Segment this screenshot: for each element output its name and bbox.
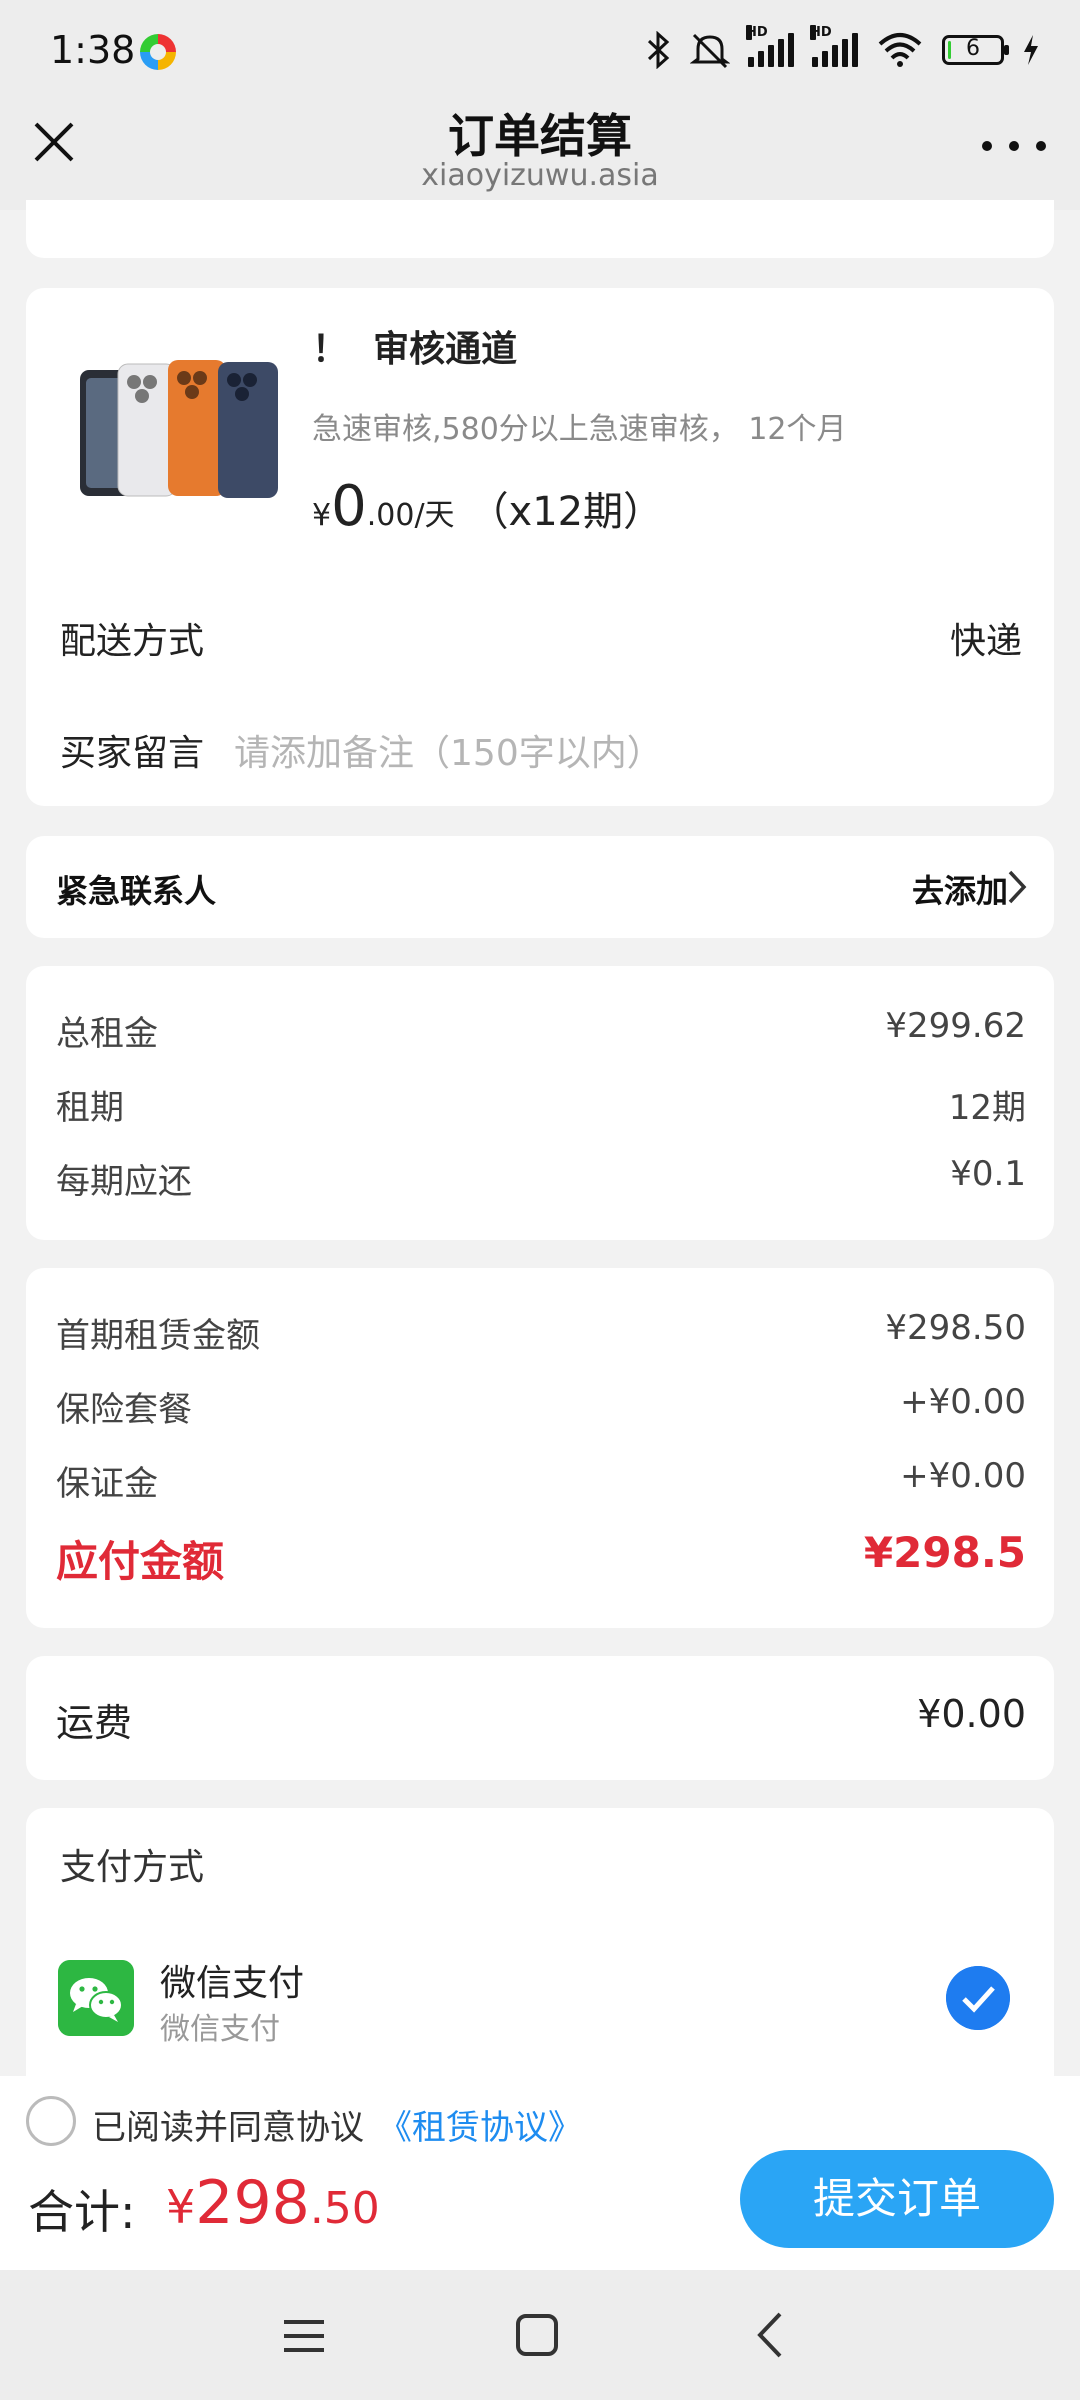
menu-icon[interactable]	[282, 2316, 326, 2356]
amount-due-row: 应付金额 ¥298.5	[56, 1528, 1026, 1589]
charging-icon	[1024, 35, 1038, 65]
payment-card: 支付方式 微信支付 微信支付	[26, 1808, 1054, 2108]
rent-term-label: 租期	[56, 1088, 124, 1128]
rent-term-value: 12期	[948, 1088, 1026, 1128]
price-period: （x12期）	[468, 489, 664, 535]
wifi-icon	[878, 33, 922, 67]
deposit-label: 保证金	[56, 1464, 158, 1504]
remark-label: 买家留言	[60, 733, 205, 774]
deposit-row: 保证金 +¥0.00	[56, 1456, 1026, 1505]
delivery-row[interactable]: 配送方式 快递	[60, 612, 1022, 664]
insurance-row: 保险套餐 +¥0.00	[56, 1382, 1026, 1431]
product-card: ！ 审核通道 急速审核,580分以上急速审核， 12个月 ¥ 0 .00 /天 …	[26, 288, 1054, 806]
submit-order-button[interactable]: 提交订单	[740, 2150, 1054, 2248]
emergency-contact-label: 紧急联系人	[56, 872, 217, 910]
mute-icon	[690, 33, 730, 69]
shipping-card: 运费 ¥0.00	[26, 1656, 1054, 1780]
total-rent-value: ¥299.62	[885, 1006, 1026, 1046]
title-bar: 订单结算 xiaoyizuwu.asia	[0, 100, 1080, 210]
battery-icon: 6	[942, 35, 1009, 65]
checkout-bar: 已阅读并同意协议 《租赁协议》 合计: ¥ 298 .50 提交订单	[0, 2076, 1080, 2270]
delivery-value: 快递	[949, 621, 1022, 662]
total-currency: ¥	[166, 2180, 196, 2234]
add-contact-button[interactable]: 去添加	[912, 866, 1008, 912]
shipping-row: 运费 ¥0.00	[56, 1692, 1026, 1747]
first-payment-label: 首期租赁金额	[56, 1316, 260, 1356]
chevron-right-icon	[1008, 870, 1027, 904]
remark-input[interactable]: 请添加备注（150字以内）	[234, 724, 663, 776]
amount-due-label: 应付金额	[56, 1537, 225, 1586]
more-dot-icon	[1009, 141, 1019, 151]
product-phone-image	[80, 360, 278, 498]
total-rent-label: 总租金	[56, 1014, 158, 1054]
emergency-contact-row[interactable]: 紧急联系人 去添加	[26, 836, 1054, 938]
product-name: ！ 审核通道	[312, 329, 518, 370]
agreement-text: 已阅读并同意协议	[92, 2108, 364, 2148]
remark-row: 买家留言 请添加备注（150字以内）	[60, 724, 1022, 776]
price-unit: /天	[414, 498, 455, 533]
agreement-checkbox[interactable]	[26, 2096, 76, 2146]
price-integer: 0	[331, 474, 367, 539]
first-payment-value: ¥298.50	[885, 1308, 1026, 1348]
insurance-label: 保险套餐	[56, 1390, 192, 1430]
status-icons: HD HD 6	[646, 25, 1040, 74]
total-integer: 298	[195, 2168, 310, 2238]
shipping-label: 运费	[56, 1701, 133, 1745]
total-rent-row: 总租金 ¥299.62	[56, 1006, 1026, 1055]
agreement-link[interactable]: 《租赁协议》	[378, 2100, 582, 2149]
payment-method-name: 微信支付	[160, 1963, 305, 2004]
total-label: 合计:	[28, 2185, 136, 2239]
price-currency: ¥	[312, 498, 332, 533]
home-icon[interactable]	[514, 2312, 560, 2358]
page-title: 订单结算	[448, 109, 632, 163]
price-decimal: .00	[366, 498, 415, 533]
product-price: ¥ 0 .00 /天 （x12期）	[312, 474, 663, 539]
wechat-pay-icon	[58, 1960, 134, 2036]
rent-term-row: 租期 12期	[56, 1080, 1026, 1129]
payment-title: 支付方式	[60, 1847, 205, 1888]
insurance-value: +¥0.00	[900, 1382, 1026, 1422]
signal-hd-1-icon: HD	[746, 25, 794, 67]
product-description: 急速审核,580分以上急速审核， 12个月	[312, 412, 847, 447]
per-period-label: 每期应还	[56, 1162, 192, 1202]
top-bar: 1:38 HD HD 6 订单结算 xiaoyizuwu.asia	[0, 0, 1080, 210]
payment-method-sub: 微信支付	[160, 2012, 280, 2047]
shipping-value: ¥0.00	[917, 1692, 1026, 1736]
rent-summary-card: 总租金 ¥299.62 租期 12期 每期应还 ¥0.1	[26, 966, 1054, 1240]
system-nav-bar	[0, 2270, 1080, 2400]
more-dot-icon	[1036, 141, 1046, 151]
more-menu-button[interactable]	[982, 126, 1046, 166]
address-card-stub	[26, 200, 1054, 258]
status-time: 1:38	[50, 28, 136, 72]
total-decimal: .50	[309, 2183, 380, 2234]
status-bar: 1:38 HD HD 6	[0, 0, 1080, 100]
per-period-value: ¥0.1	[950, 1154, 1026, 1194]
page-url: xiaoyizuwu.asia	[421, 158, 659, 193]
battery-level: 6	[966, 36, 980, 61]
total-amount: ¥ 298 .50	[166, 2168, 380, 2238]
more-dot-icon	[982, 141, 992, 151]
back-icon[interactable]	[752, 2310, 788, 2360]
delivery-label: 配送方式	[60, 621, 205, 662]
payment-selected-check-icon[interactable]	[946, 1966, 1010, 2030]
app-notification-icon	[140, 34, 176, 70]
bluetooth-icon	[647, 31, 670, 69]
signal-hd-2-icon: HD	[810, 25, 858, 67]
fee-card: 首期租赁金额 ¥298.50 保险套餐 +¥0.00 保证金 +¥0.00 应付…	[26, 1268, 1054, 1628]
per-period-row: 每期应还 ¥0.1	[56, 1154, 1026, 1203]
deposit-value: +¥0.00	[900, 1456, 1026, 1496]
amount-due-value: ¥298.5	[863, 1528, 1026, 1577]
first-payment-row: 首期租赁金额 ¥298.50	[56, 1308, 1026, 1357]
